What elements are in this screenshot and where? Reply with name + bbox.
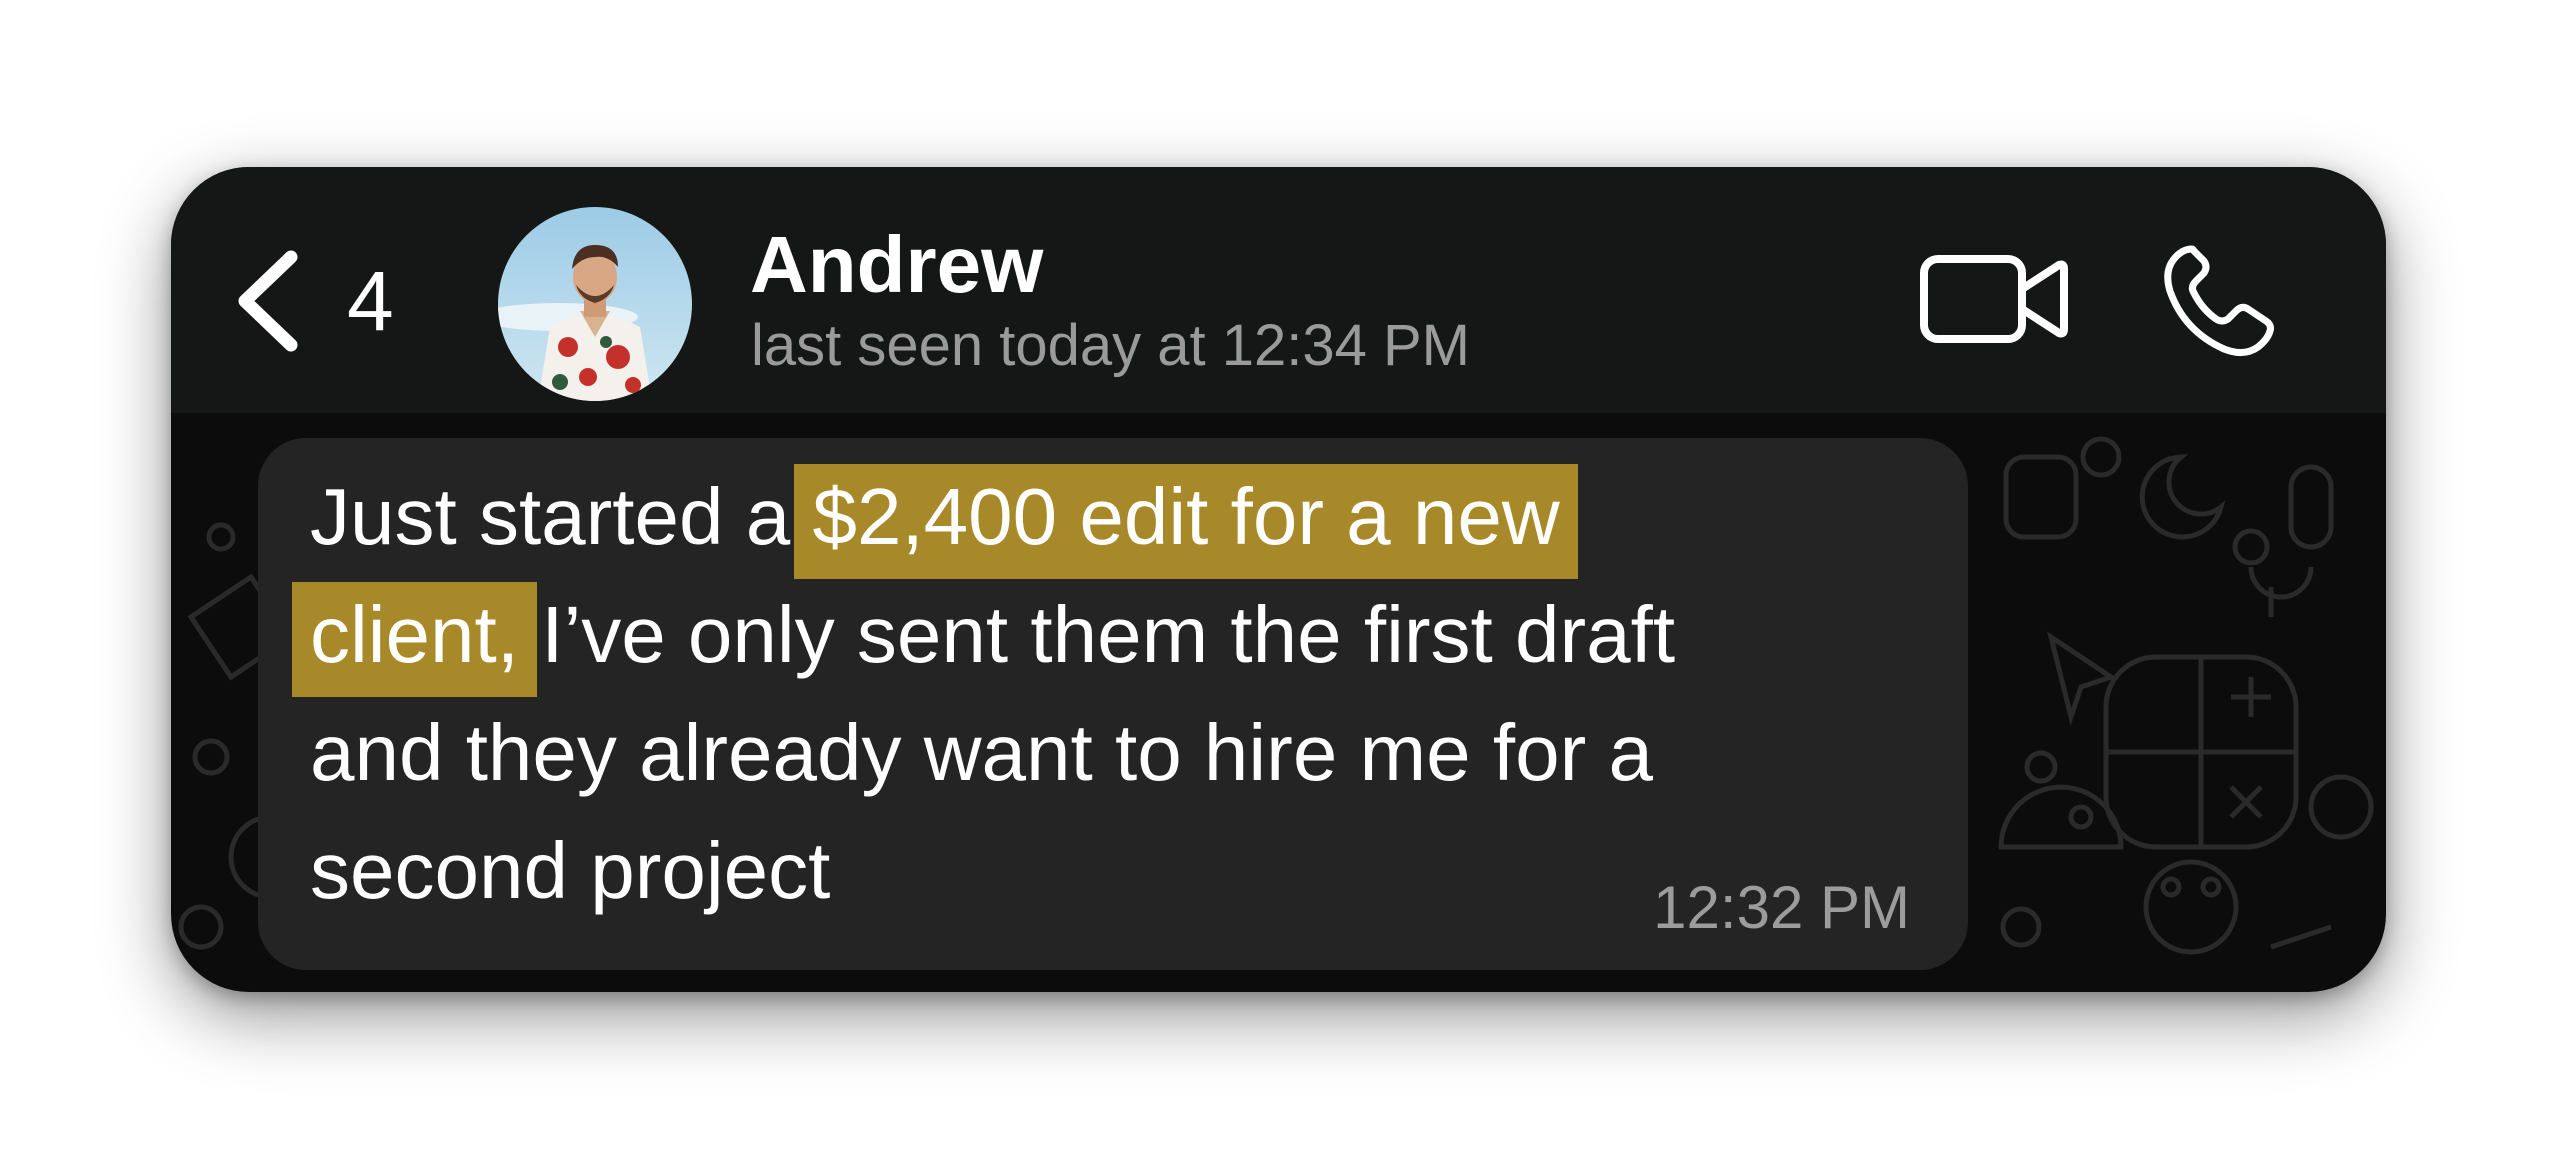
chevron-left-icon	[238, 250, 298, 352]
phone-icon[interactable]	[2162, 241, 2280, 359]
unread-count: 4	[347, 254, 394, 348]
highlighted-text: client,	[292, 582, 537, 697]
avatar[interactable]	[498, 207, 692, 401]
message-line-1: Just started a $2,400 edit for a new	[310, 458, 1950, 579]
message-line-3: and they already want to hire me for a	[310, 708, 1653, 797]
contact-name[interactable]: Andrew	[750, 225, 1043, 305]
message-bubble[interactable]: Just started a $2,400 edit for a new cli…	[258, 438, 1968, 970]
message-timestamp: 12:32 PM	[1653, 874, 1910, 941]
message-line-2: client, I’ve only sent them the first dr…	[292, 576, 1950, 697]
back-button[interactable]: 4	[233, 249, 394, 353]
message-text: Just started a $2,400 edit for a new cli…	[292, 458, 1950, 930]
video-camera-icon[interactable]	[1919, 247, 2069, 351]
chat-header: 4 Andrew last seen today at 12:34 PM	[171, 167, 2386, 413]
highlighted-text: $2,400 edit for a new	[794, 464, 1578, 579]
last-seen-status: last seen today at 12:34 PM	[751, 313, 1470, 378]
chat-window: 4 Andrew last seen today at 12:34 PM Jus…	[171, 167, 2386, 992]
